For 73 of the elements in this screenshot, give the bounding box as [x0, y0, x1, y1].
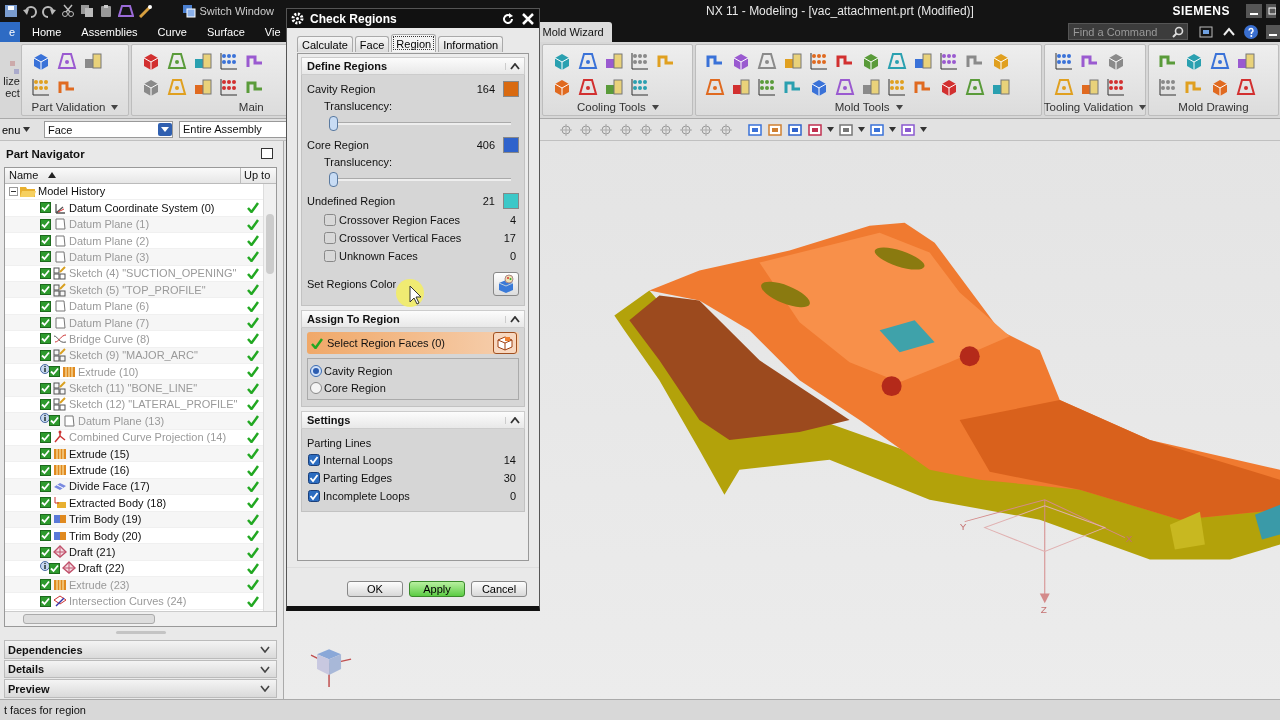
edge-count: 30 — [503, 472, 516, 484]
edge-count: 0 — [509, 490, 516, 502]
dialog-button[interactable]: Apply — [409, 581, 465, 597]
collapsible-panel[interactable]: Preview — [4, 679, 277, 698]
tree-item[interactable]: Extrude (16) — [69, 464, 130, 477]
section-header[interactable]: Settings — [301, 411, 525, 429]
face-count: 0 — [509, 250, 516, 262]
group-label: Tooling Validation — [1043, 101, 1134, 113]
selection-step[interactable]: Select Region Faces (0) — [307, 332, 519, 354]
tree-item[interactable]: Trim Body (20) — [69, 529, 142, 542]
group-label: Cooling Tools — [576, 101, 646, 113]
type-filter-dropdown[interactable]: Face — [44, 121, 173, 138]
status-message: t faces for region — [4, 704, 86, 716]
slider-label: Translucency: — [323, 99, 394, 114]
slider-label: Translucency: — [323, 155, 394, 170]
visualize-button[interactable]: lize ect — [0, 42, 20, 118]
dialog-button[interactable]: Cancel — [471, 581, 527, 597]
ribbon-tab[interactable]: Surface — [196, 22, 255, 42]
face-count: 4 — [509, 214, 516, 226]
collapsible-panel[interactable]: Dependencies — [4, 640, 277, 659]
region-label: Cavity Region — [307, 83, 377, 95]
tree-item[interactable]: Draft (21) — [69, 546, 116, 558]
menu-button[interactable]: enu — [0, 123, 40, 136]
brand-name: SIEMENS — [1172, 4, 1230, 18]
checkbox-label[interactable]: Unknown Faces — [324, 250, 418, 262]
tree-item[interactable]: Draft (22) — [78, 562, 125, 575]
checkbox-label[interactable]: Parting Edges — [308, 472, 393, 484]
axis-label: Y — [959, 520, 967, 532]
command-search-field[interactable]: Find a Command — [1068, 23, 1188, 40]
face-count: 17 — [503, 232, 516, 244]
radio-option[interactable]: Cavity Region — [310, 362, 516, 379]
collapsible-panel[interactable]: Details — [4, 659, 277, 679]
group-label: Mold Drawing — [1178, 101, 1249, 113]
checkbox-label[interactable]: Incomplete Loops — [308, 490, 410, 502]
tree-item[interactable]: Extrude (15) — [69, 447, 130, 460]
ribbon-tab[interactable]: Home — [22, 22, 72, 42]
tree-item[interactable]: Model History — [38, 185, 106, 198]
ribbon-tab[interactable]: Vie — [254, 22, 291, 42]
checkbox-label[interactable]: Crossover Region Faces — [324, 214, 461, 226]
window-title: NX 11 - Modeling - [vac_attachment.prt (Modified)] — [706, 4, 974, 18]
axis-label: Z — [1040, 604, 1047, 616]
ribbon-tab[interactable]: Assemblies — [71, 22, 148, 42]
dialog-tab[interactable]: Calculate — [297, 36, 353, 52]
group-label: Parting Lines — [307, 436, 373, 451]
region-label: Undefined Region — [307, 195, 397, 207]
section-header[interactable]: Define Regions — [301, 57, 525, 75]
face-count: 21 — [482, 195, 495, 207]
group-label: Part Validation — [31, 101, 106, 113]
radio-option[interactable]: Core Region — [310, 379, 516, 396]
dialog-button[interactable]: OK — [347, 581, 403, 597]
column-header[interactable]: Up to — [241, 167, 276, 183]
axis-label: X — [1125, 532, 1133, 544]
checkbox-label[interactable]: Crossover Vertical Faces — [324, 232, 462, 244]
setting-label: Set Regions Color — [307, 278, 398, 290]
tree-item[interactable]: Datum Coordinate System (0) — [69, 201, 215, 214]
switch-window-button[interactable]: Switch Window — [180, 4, 276, 18]
group-label: Mold Tools — [834, 101, 890, 113]
column-header[interactable]: Name — [5, 167, 241, 183]
ribbon-tab[interactable]: e — [0, 22, 20, 42]
face-count: 406 — [476, 139, 495, 151]
dialog-tab[interactable]: Information — [438, 36, 504, 52]
edge-count: 14 — [503, 454, 516, 466]
group-label: Main — [238, 101, 264, 113]
dialog-tab[interactable]: Face — [354, 36, 390, 52]
tree-item[interactable]: Extracted Body (18) — [69, 496, 167, 509]
ribbon-tab[interactable]: Curve — [147, 22, 197, 42]
dialog-tab[interactable]: Region — [391, 34, 437, 52]
face-count: 164 — [476, 83, 495, 95]
panel-title: Part Navigator — [6, 147, 85, 160]
region-label: Core Region — [307, 139, 370, 151]
dialog-title: Check Regions — [310, 11, 398, 26]
checkbox-label[interactable]: Internal Loops — [308, 454, 393, 466]
section-header[interactable]: Assign To Region — [301, 310, 525, 328]
